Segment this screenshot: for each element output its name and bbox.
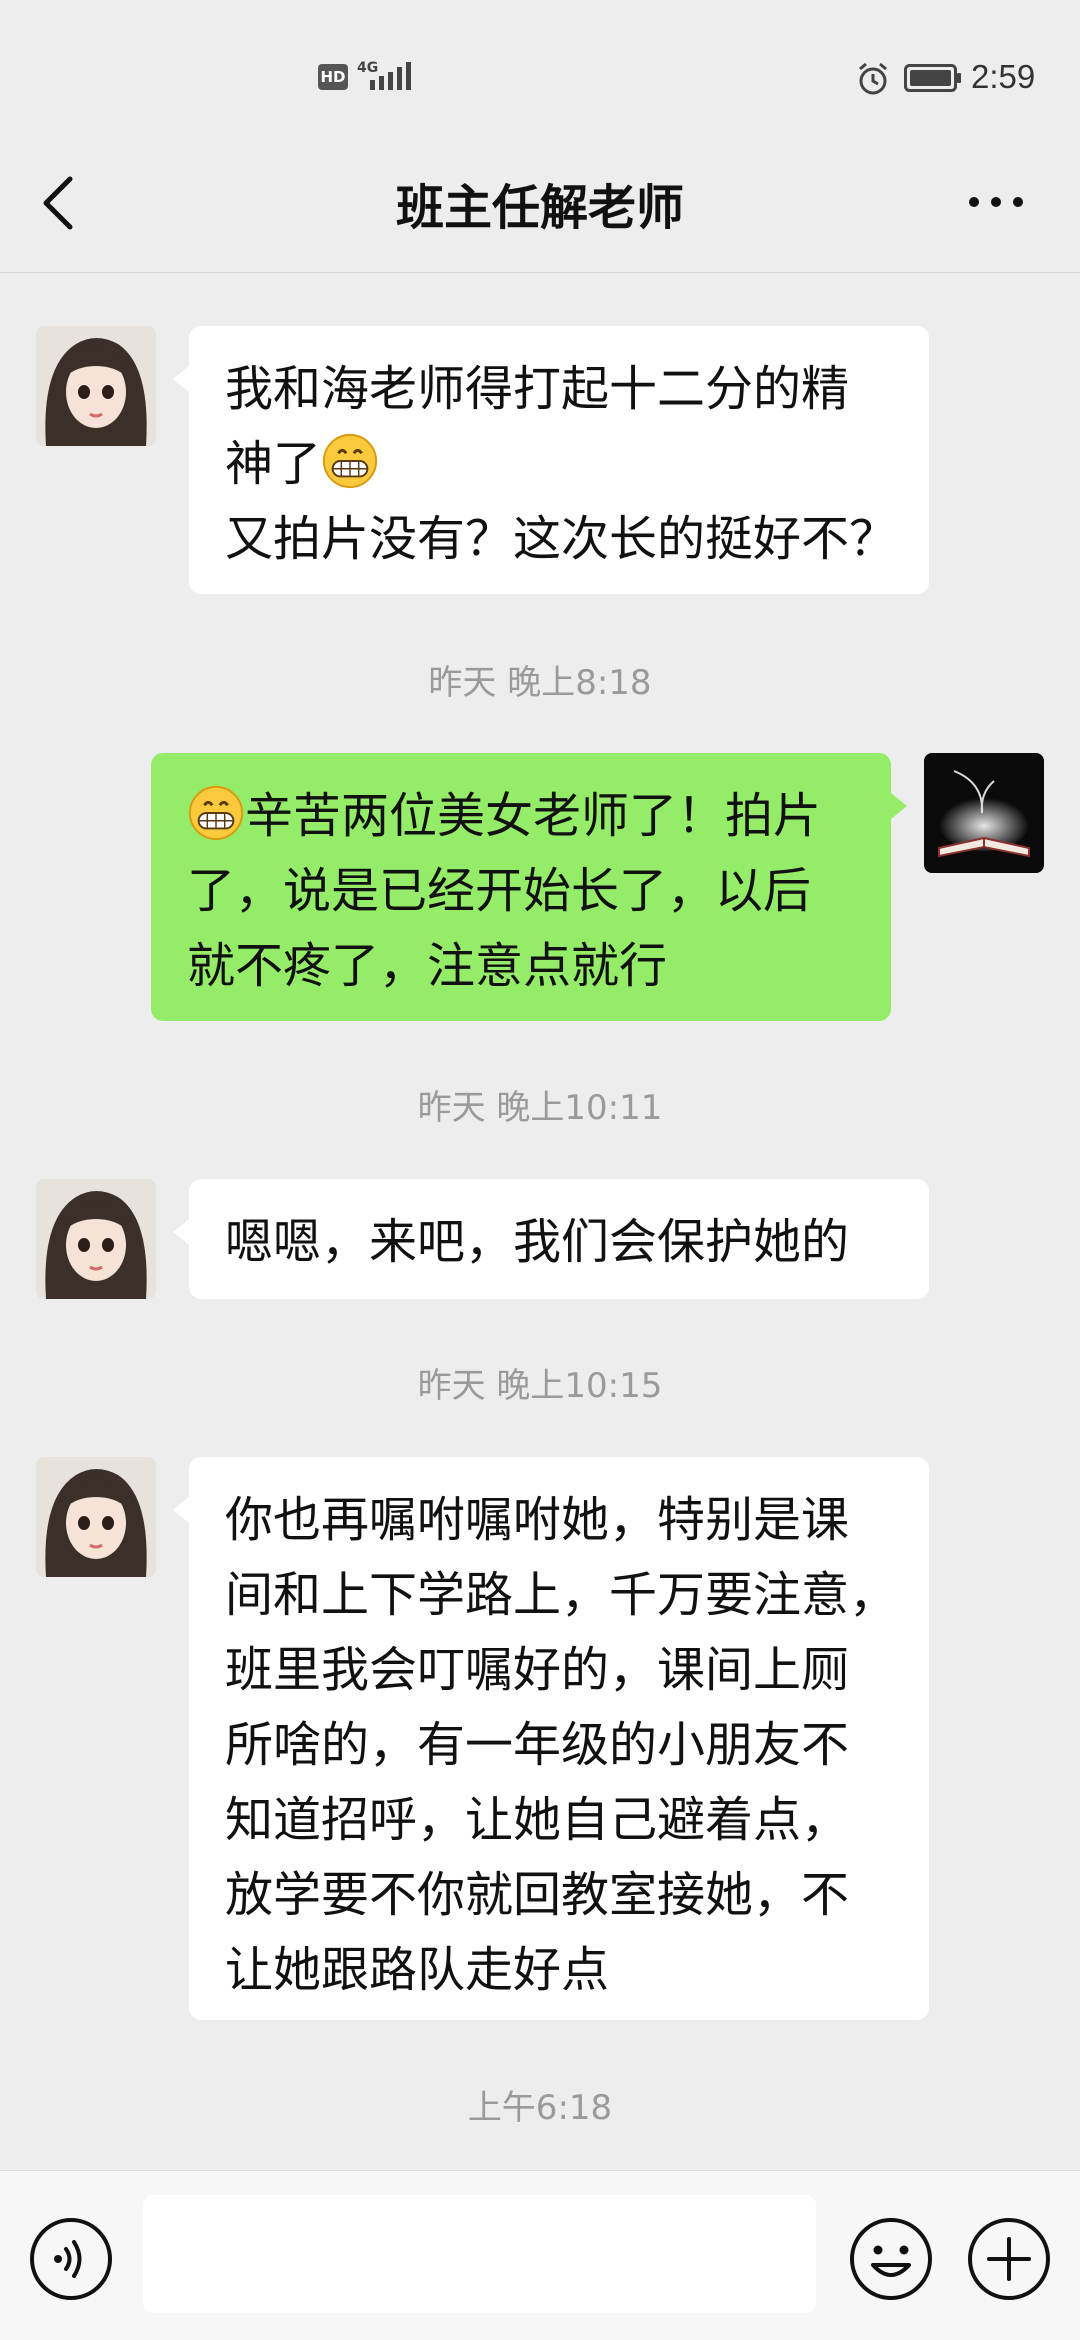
message-line: 辛苦两位美女老师了！拍片 bbox=[245, 788, 822, 844]
chat-title: 班主任解老师 bbox=[395, 180, 684, 236]
message-line: 知道招呼，让她自己避着点， bbox=[225, 1792, 850, 1848]
alarm-icon bbox=[859, 62, 887, 95]
signal-icon bbox=[370, 62, 411, 90]
more-dots-icon[interactable] bbox=[966, 190, 1026, 214]
message-line: 你也再嘱咐嘱咐她，特别是课 bbox=[225, 1492, 850, 1548]
self-avatar[interactable] bbox=[924, 753, 1044, 873]
contact-avatar[interactable] bbox=[36, 326, 156, 446]
message-timestamp: 昨天 晚上10:11 bbox=[417, 1088, 663, 1128]
message-line: 又拍片没有？这次长的挺好不？ bbox=[225, 511, 898, 567]
message-line: 我和海老师得打起十二分的精 bbox=[225, 361, 850, 417]
grin-emoji-icon bbox=[188, 785, 244, 841]
message-line: 间和上下学路上，千万要注意， bbox=[225, 1567, 898, 1623]
battery-icon bbox=[904, 64, 961, 92]
chat-screen: HD 4G 2:59 班主任解老师 我和海老师得打起十二分的精 神了 又拍片没有… bbox=[0, 0, 1080, 2340]
incoming-message-bubble[interactable]: 你也再嘱咐嘱咐她，特别是课 间和上下学路上，千万要注意， 班里我会叮嘱好的，课间… bbox=[173, 1457, 929, 2020]
message-input[interactable] bbox=[143, 2195, 816, 2313]
incoming-message-bubble[interactable]: 我和海老师得打起十二分的精 神了 又拍片没有？这次长的挺好不？ bbox=[173, 326, 929, 594]
chat-header: 班主任解老师 bbox=[0, 150, 1080, 273]
message-line: 所啥的，有一年级的小朋友不 bbox=[225, 1717, 850, 1773]
message-line: 就不疼了，注意点就行 bbox=[187, 938, 668, 994]
message-line: 嗯嗯，来吧，我们会保护她的 bbox=[225, 1214, 850, 1270]
outgoing-message-bubble[interactable]: 辛苦两位美女老师了！拍片 了，说是已经开始长了，以后 就不疼了，注意点就行 bbox=[151, 753, 907, 1021]
message-line: 让她跟路队走好点 bbox=[225, 1942, 610, 1998]
status-time: 2:59 bbox=[971, 58, 1036, 95]
contact-avatar[interactable] bbox=[36, 1179, 156, 1299]
incoming-message-bubble[interactable]: 嗯嗯，来吧，我们会保护她的 bbox=[173, 1179, 929, 1299]
input-bar bbox=[0, 2170, 1080, 2340]
message-line: 班里我会叮嘱好的，课间上厕 bbox=[225, 1642, 850, 1698]
message-timestamp: 昨天 晚上10:15 bbox=[417, 1366, 663, 1406]
smiley-icon[interactable] bbox=[847, 2215, 935, 2303]
grin-emoji-icon bbox=[322, 433, 378, 489]
message-timestamp: 昨天 晚上8:18 bbox=[428, 663, 652, 703]
message-line: 了，说是已经开始长了，以后 bbox=[187, 863, 812, 919]
contact-avatar[interactable] bbox=[36, 1457, 156, 1577]
voice-icon[interactable] bbox=[28, 2216, 114, 2302]
message-line: 放学要不你就回教室接她，不 bbox=[225, 1867, 850, 1923]
message-timestamp: 上午6:18 bbox=[467, 2088, 613, 2128]
status-bar: HD 4G 2:59 bbox=[0, 0, 1080, 150]
hd-badge: HD bbox=[318, 64, 348, 90]
plus-icon[interactable] bbox=[965, 2215, 1053, 2303]
message-line: 神了 bbox=[225, 436, 322, 492]
